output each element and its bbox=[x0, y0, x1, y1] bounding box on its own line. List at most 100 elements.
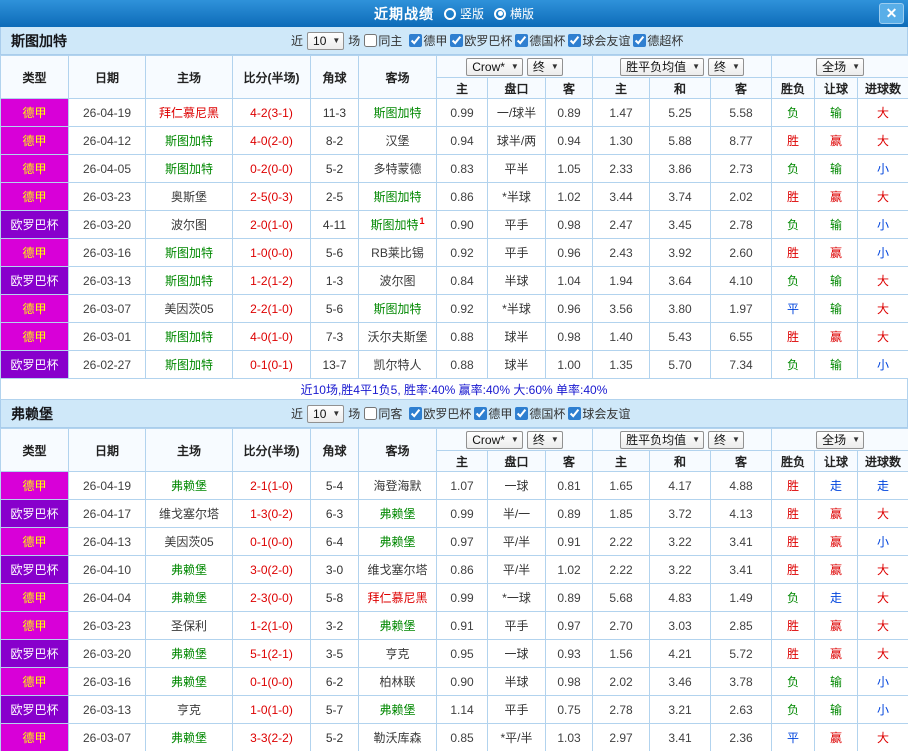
league-filter[interactable]: 球会友谊 bbox=[568, 32, 630, 49]
away-team[interactable]: 波尔图 bbox=[358, 266, 437, 295]
league-badge: 德甲 bbox=[0, 583, 69, 612]
away-team[interactable]: 斯图加特 bbox=[358, 98, 437, 127]
close-icon[interactable]: ✕ bbox=[879, 3, 904, 24]
home-team[interactable]: 斯图加特 bbox=[145, 322, 233, 351]
result-handicap: 输 bbox=[814, 154, 859, 183]
same-venue-filter[interactable]: 同客 bbox=[364, 405, 402, 422]
league-checkbox[interactable] bbox=[474, 407, 488, 420]
away-team[interactable]: RB莱比锡 bbox=[358, 238, 437, 267]
odds-source-dropdown[interactable]: Crow* ▼ bbox=[466, 430, 523, 449]
away-team[interactable]: 斯图加特 bbox=[358, 182, 437, 211]
home-team[interactable]: 弗赖堡 bbox=[145, 555, 233, 584]
away-team[interactable]: 凯尔特人 bbox=[358, 350, 437, 379]
home-odds: 0.90 bbox=[436, 210, 488, 239]
home-team[interactable]: 斯图加特 bbox=[145, 266, 233, 295]
away-team[interactable]: 弗赖堡 bbox=[358, 611, 437, 640]
radio-vertical[interactable]: 竖版 bbox=[443, 5, 484, 22]
league-checkbox[interactable] bbox=[568, 34, 582, 47]
away-team[interactable]: 海登海默 bbox=[358, 471, 437, 500]
home-team[interactable]: 圣保利 bbox=[145, 611, 233, 640]
league-filter[interactable]: 德甲 bbox=[409, 32, 447, 49]
home-team[interactable]: 奥斯堡 bbox=[145, 182, 233, 211]
odds-time-dropdown[interactable]: 终 ▼ bbox=[526, 57, 563, 76]
league-checkbox[interactable] bbox=[450, 34, 464, 47]
league-filter[interactable]: 德国杯 bbox=[515, 405, 565, 422]
league-filter[interactable]: 德国杯 bbox=[515, 32, 565, 49]
results-body: 德甲 26-04-19 弗赖堡 2-1(1-0) 5-4 海登海默 1.07 一… bbox=[0, 471, 908, 751]
table-row: 欧罗巴杯 26-04-10 弗赖堡 3-0(2-0) 3-0 维戈塞尔塔 0.8… bbox=[0, 555, 908, 584]
avg-source-dropdown[interactable]: 胜平负均值 ▼ bbox=[620, 430, 705, 449]
games-label: 场 bbox=[348, 34, 361, 48]
section-header: 弗赖堡 近 10 ▼ 场 同客 欧罗巴杯 德甲 德国杯 球会友谊 bbox=[0, 400, 908, 428]
result-goals: 走 bbox=[857, 471, 908, 500]
home-team[interactable]: 弗赖堡 bbox=[145, 723, 233, 751]
away-team[interactable]: 斯图加特 bbox=[358, 294, 437, 323]
league-badge: 欧罗巴杯 bbox=[0, 266, 69, 295]
result-wdl: 负 bbox=[771, 154, 816, 183]
home-team[interactable]: 波尔图 bbox=[145, 210, 233, 239]
result-handicap: 赢 bbox=[814, 126, 859, 155]
away-team[interactable]: 多特蒙德 bbox=[358, 154, 437, 183]
home-team[interactable]: 斯图加特 bbox=[145, 154, 233, 183]
away-team[interactable]: 弗赖堡 bbox=[358, 527, 437, 556]
away-team[interactable]: 亨克 bbox=[358, 639, 437, 668]
same-venue-filter[interactable]: 同主 bbox=[364, 32, 402, 49]
league-filter[interactable]: 欧罗巴杯 bbox=[450, 32, 512, 49]
match-count-dropdown[interactable]: 10 ▼ bbox=[307, 404, 345, 423]
league-checkbox[interactable] bbox=[568, 407, 582, 420]
league-badge: 德甲 bbox=[0, 98, 69, 127]
radio-horizontal[interactable]: 横版 bbox=[494, 5, 534, 22]
match-count-dropdown[interactable]: 10 ▼ bbox=[307, 31, 345, 50]
avg-time-dropdown[interactable]: 终 ▼ bbox=[708, 57, 744, 76]
col-away: 客场 bbox=[358, 55, 437, 99]
result-goals: 小 bbox=[857, 154, 908, 183]
away-team[interactable]: 勒沃库森 bbox=[358, 723, 437, 751]
avg-time-dropdown[interactable]: 终 ▼ bbox=[708, 430, 744, 449]
home-team[interactable]: 美因茨05 bbox=[145, 527, 233, 556]
table-row: 德甲 26-04-04 弗赖堡 2-3(0-0) 5-8 拜仁慕尼黑 0.99 … bbox=[0, 583, 908, 612]
filter-controls: 近 10 ▼ 场 同客 欧罗巴杯 德甲 德国杯 球会友谊 bbox=[291, 404, 630, 423]
league-checkbox[interactable] bbox=[633, 34, 647, 47]
league-checkbox[interactable] bbox=[515, 407, 529, 420]
score: 0-2(0-0) bbox=[232, 154, 311, 183]
league-checkbox[interactable] bbox=[409, 407, 423, 420]
league-filter[interactable]: 德超杯 bbox=[633, 32, 683, 49]
away-team[interactable]: 汉堡 bbox=[358, 126, 437, 155]
same-venue-checkbox[interactable] bbox=[364, 34, 378, 47]
home-team[interactable]: 弗赖堡 bbox=[145, 471, 233, 500]
home-team[interactable]: 弗赖堡 bbox=[145, 639, 233, 668]
odds-time-dropdown[interactable]: 终 ▼ bbox=[526, 430, 563, 449]
avg-source-value: 胜平负均值 bbox=[626, 433, 687, 447]
away-team[interactable]: 沃尔夫斯堡 bbox=[358, 322, 437, 351]
handicap: 球半 bbox=[487, 350, 546, 379]
home-team[interactable]: 斯图加特 bbox=[145, 238, 233, 267]
result-wdl: 负 bbox=[771, 350, 816, 379]
league-filter[interactable]: 球会友谊 bbox=[568, 405, 630, 422]
table-row: 德甲 26-04-05 斯图加特 0-2(0-0) 5-2 多特蒙德 0.83 … bbox=[0, 154, 908, 183]
away-team[interactable]: 弗赖堡 bbox=[358, 695, 437, 724]
league-filter[interactable]: 欧罗巴杯 bbox=[409, 405, 471, 422]
match-date: 26-04-04 bbox=[68, 583, 146, 612]
home-team[interactable]: 弗赖堡 bbox=[145, 583, 233, 612]
away-team[interactable]: 柏林联 bbox=[358, 667, 437, 696]
odds-source-dropdown[interactable]: Crow* ▼ bbox=[466, 57, 523, 76]
avg-source-dropdown[interactable]: 胜平负均值 ▼ bbox=[620, 57, 705, 76]
home-team[interactable]: 美因茨05 bbox=[145, 294, 233, 323]
away-team[interactable]: 维戈塞尔塔 bbox=[358, 555, 437, 584]
same-venue-checkbox[interactable] bbox=[364, 407, 378, 420]
away-team[interactable]: 拜仁慕尼黑 bbox=[358, 583, 437, 612]
away-team[interactable]: 弗赖堡 bbox=[358, 499, 437, 528]
home-team[interactable]: 维戈塞尔塔 bbox=[145, 499, 233, 528]
home-team[interactable]: 弗赖堡 bbox=[145, 667, 233, 696]
league-filter[interactable]: 德甲 bbox=[474, 405, 512, 422]
home-team[interactable]: 拜仁慕尼黑 bbox=[145, 98, 233, 127]
league-checkbox[interactable] bbox=[515, 34, 529, 47]
league-checkbox[interactable] bbox=[409, 34, 423, 47]
score: 2-5(0-3) bbox=[232, 182, 311, 211]
home-team[interactable]: 斯图加特 bbox=[145, 126, 233, 155]
home-team[interactable]: 亨克 bbox=[145, 695, 233, 724]
scope-dropdown[interactable]: 全场 ▼ bbox=[816, 57, 864, 76]
away-team[interactable]: 斯图加特1 bbox=[358, 210, 437, 239]
home-team[interactable]: 斯图加特 bbox=[145, 350, 233, 379]
scope-dropdown[interactable]: 全场 ▼ bbox=[816, 430, 864, 449]
